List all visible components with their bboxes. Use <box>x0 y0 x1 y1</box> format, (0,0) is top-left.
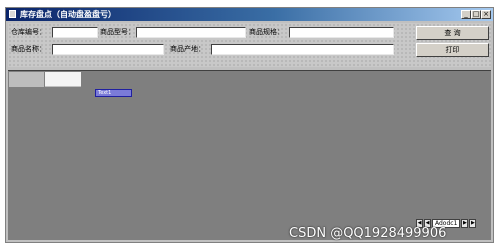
maximize-button[interactable]: □ <box>471 10 481 19</box>
window-title: 库存盘点（自动盘盈盘亏） <box>20 10 116 19</box>
search-panel: 仓库编号： 商品型号： 商品规格： 商品名称： 商品产地： 查 询 打印 <box>8 23 491 67</box>
product-name-label: 商品名称： <box>11 45 46 53</box>
product-origin-field[interactable] <box>211 44 394 55</box>
warehouse-no-field[interactable] <box>52 27 98 38</box>
print-button[interactable]: 打印 <box>416 43 489 57</box>
app-icon <box>9 10 16 18</box>
warehouse-no-label: 仓库编号： <box>11 28 46 36</box>
grid-header-cell[interactable] <box>45 72 81 87</box>
product-name-field[interactable] <box>52 44 164 55</box>
text1-box[interactable]: Text1 <box>95 89 132 97</box>
data-grid[interactable]: Text1 ◀ ◀ Adodc1 ▶ ▶ <box>8 70 491 240</box>
last-record-button[interactable]: ▶ <box>469 219 477 228</box>
app-window: 库存盘点（自动盘盈盘亏） _ □ × 仓库编号： 商品型号： 商品规格： 商品名… <box>5 7 494 243</box>
query-button[interactable]: 查 询 <box>416 26 489 40</box>
minimize-button[interactable]: _ <box>461 10 471 19</box>
watermark-text: CSDN @QQ1928499906 <box>289 226 447 241</box>
product-no-field[interactable] <box>136 27 246 38</box>
product-origin-label: 商品产地： <box>170 45 205 53</box>
next-record-button[interactable]: ▶ <box>461 219 469 228</box>
product-spec-label: 商品规格： <box>249 28 284 36</box>
product-spec-field[interactable] <box>289 27 394 38</box>
product-no-label: 商品型号： <box>100 28 135 36</box>
close-button[interactable]: × <box>481 10 491 19</box>
grid-header-cell[interactable] <box>9 72 45 87</box>
title-bar[interactable]: 库存盘点（自动盘盈盘亏） _ □ × <box>6 8 493 21</box>
